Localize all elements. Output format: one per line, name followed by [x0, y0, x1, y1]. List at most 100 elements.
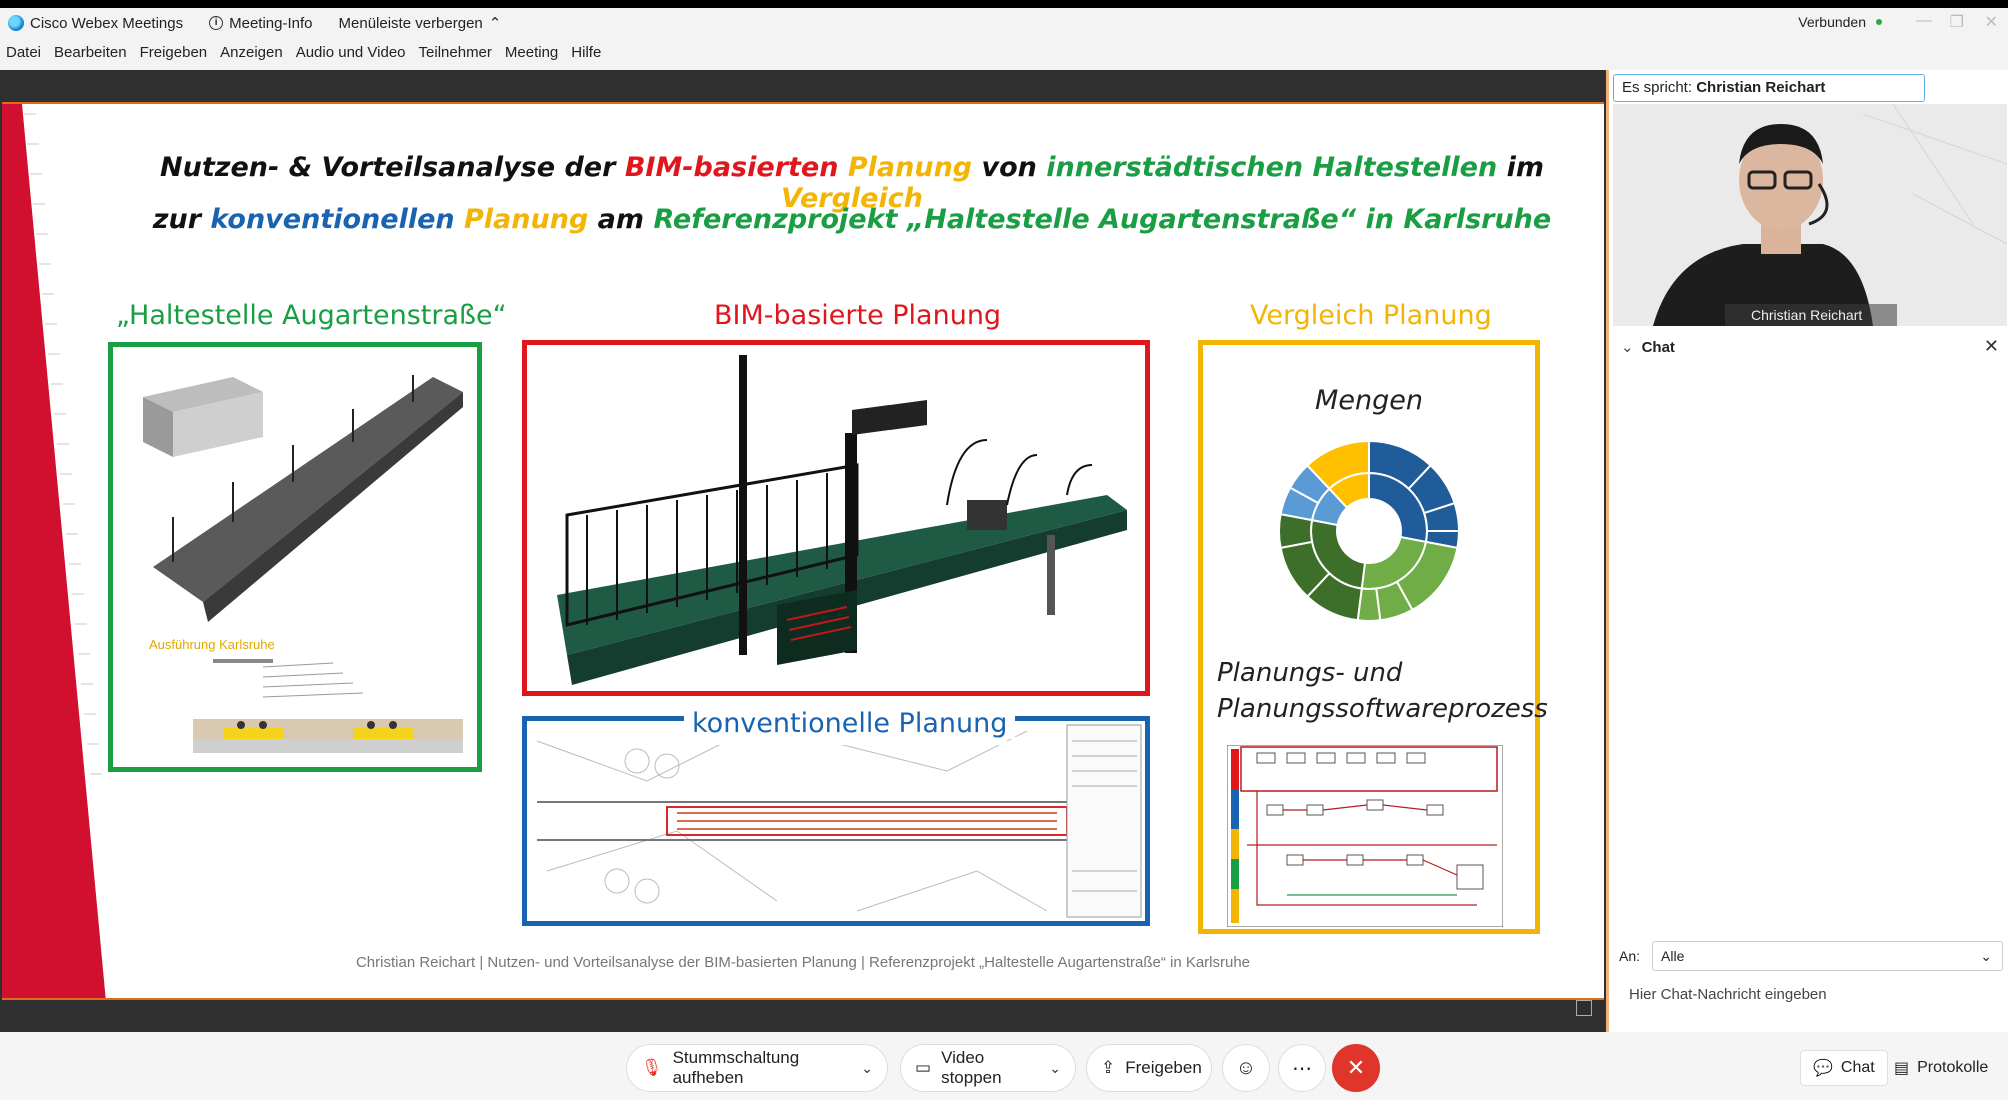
share-icon: ⇪: [1101, 1058, 1116, 1077]
title-line-2-segment: konventionellen: [210, 204, 455, 235]
station-3d-image: Ausführung Karlsruhe: [143, 375, 463, 753]
conventional-box: [522, 716, 1150, 926]
station-box: Ausführung Karlsruhe: [108, 342, 482, 772]
unmute-label: Stummschaltung aufheben: [672, 1048, 800, 1087]
connection-status-label: Verbunden: [1798, 14, 1866, 30]
end-meeting-button[interactable]: ✕: [1332, 1044, 1380, 1092]
process-label-line-2: Planungssoftwareprozess: [1217, 694, 1548, 724]
video-camera-icon: ▭: [915, 1058, 932, 1077]
chat-toggle-label: Chat: [1840, 1059, 1875, 1076]
title-line-1-segment: von: [972, 152, 1047, 183]
title-line-2-segment: Referenzprojekt „Haltestelle Augartenstr…: [653, 204, 1552, 235]
logs-button[interactable]: ▤ Protokolle: [1882, 1050, 2000, 1086]
recipient-value: Alle: [1661, 948, 1685, 964]
menu-audio-video[interactable]: Audio und Video: [296, 44, 406, 68]
chevron-down-icon[interactable]: ⌄: [861, 1060, 873, 1077]
fit-to-window-icon[interactable]: [1576, 1000, 1592, 1016]
video-name-label: Christian Reichart: [1725, 304, 1897, 326]
stop-video-button[interactable]: ▭ Video stoppen ⌄: [900, 1044, 1076, 1092]
execution-label: Ausführung Karlsruhe: [149, 637, 275, 652]
to-label: An:: [1619, 948, 1641, 964]
status-dot-icon: [1876, 19, 1882, 25]
emoji-icon: ☺: [1235, 1056, 1257, 1079]
slide-red-strip: [2, 104, 106, 998]
heading-compare: Vergleich Planung: [1250, 300, 1492, 331]
conventional-plan-image: [527, 721, 1145, 921]
speaking-prefix: Es spricht:: [1622, 79, 1693, 96]
title-line-1-segment: [838, 152, 847, 183]
more-icon: ⋯: [1292, 1057, 1312, 1080]
window-close-icon[interactable]: ✕: [1985, 12, 1998, 32]
shared-content-stage: Nutzen- & Vorteilsanalyse der BIM-basier…: [0, 70, 1606, 1032]
reactions-button[interactable]: ☺: [1222, 1044, 1270, 1092]
chat-panel-header[interactable]: ⌄ Chat ✕: [1613, 332, 2007, 362]
chevron-down-icon: ⌄: [1980, 948, 1992, 964]
menu-datei[interactable]: Datei: [6, 44, 41, 68]
chat-toggle-button[interactable]: 💬 Chat: [1800, 1050, 1888, 1086]
chat-message-input[interactable]: Hier Chat-Nachricht eingeben: [1619, 976, 2003, 1016]
title-line-2-segment: Planung: [464, 204, 589, 235]
stop-video-label: Video stoppen: [941, 1048, 1002, 1087]
close-icon[interactable]: ✕: [1984, 336, 1999, 357]
presentation-slide: Nutzen- & Vorteilsanalyse der BIM-basier…: [2, 102, 1604, 1000]
logs-label: Protokolle: [1917, 1059, 1989, 1076]
info-icon: i: [209, 16, 224, 30]
compare-box: Mengen Planungs- und Planungssoftwarepro…: [1198, 340, 1548, 934]
title-line-1-segment: Nutzen- & Vorteilsanalyse der: [160, 152, 625, 183]
menu-bearbeiten[interactable]: Bearbeiten: [54, 44, 127, 68]
menu-anzeigen[interactable]: Anzeigen: [220, 44, 283, 68]
quantities-label: Mengen: [1315, 385, 1423, 416]
menu-freigeben[interactable]: Freigeben: [140, 44, 208, 68]
microphone-muted-icon: 🎙: [641, 1058, 663, 1077]
meeting-info-label: Meeting-Info: [229, 14, 313, 32]
share-button[interactable]: ⇪ Freigeben: [1086, 1044, 1212, 1092]
title-line-1-segment: BIM-basierten: [624, 152, 839, 183]
minimize-icon[interactable]: —: [1916, 12, 1932, 30]
participant-video-image: [1613, 104, 2007, 326]
logs-icon: ▤: [1894, 1060, 1910, 1077]
bim-3d-model-image: [527, 345, 1145, 691]
title-line-1-segment: im: [1497, 152, 1544, 183]
restore-icon[interactable]: ❐: [1950, 12, 1964, 32]
webex-window: Cisco Webex Meetings i Meeting-Info Menü…: [0, 0, 2008, 1100]
hide-menu-button[interactable]: Menüleiste verbergen ⌃: [338, 14, 502, 33]
right-panel: Es spricht: Christian Reichart Christian…: [1606, 70, 2008, 1032]
hide-menu-label: Menüleiste verbergen: [338, 14, 483, 32]
chat-recipient-row: An: Alle ⌄: [1619, 940, 2003, 972]
speaking-name: Christian Reichart: [1696, 79, 1826, 96]
slide-title-line-2: zur konventionellen Planung am Referenzp…: [132, 204, 1572, 235]
heading-conventional: konventionelle Planung: [684, 708, 1016, 739]
share-label: Freigeben: [1125, 1058, 1202, 1077]
meeting-info-button[interactable]: i Meeting-Info: [209, 14, 313, 32]
title-line-2-segment: [455, 204, 464, 235]
menu-hilfe[interactable]: Hilfe: [571, 44, 601, 68]
participant-video[interactable]: Christian Reichart: [1613, 104, 2007, 326]
menu-meeting[interactable]: Meeting: [505, 44, 558, 68]
unmute-button[interactable]: 🎙 Stummschaltung aufheben ⌄: [626, 1044, 888, 1092]
chat-panel-title: Chat: [1641, 338, 1675, 356]
meeting-controls-bar: 🎙 Stummschaltung aufheben ⌄ ▭ Video stop…: [0, 1032, 2008, 1100]
slide-footer: Christian Reichart | Nutzen- und Vorteil…: [355, 954, 1251, 971]
end-call-icon: ✕: [1346, 1055, 1366, 1080]
process-diagram-image: [1227, 745, 1503, 927]
chevron-up-icon: ⌃: [488, 15, 502, 32]
title-bar: Cisco Webex Meetings i Meeting-Info Menü…: [0, 8, 2008, 38]
chevron-down-icon[interactable]: ⌄: [1621, 338, 1634, 356]
chat-icon: 💬: [1813, 1060, 1833, 1077]
heading-station: „Haltestelle Augartenstraße“: [116, 300, 507, 331]
process-label: Planungs- und Planungssoftwareprozess: [1217, 655, 1548, 727]
active-speaker-indicator: Es spricht: Christian Reichart: [1613, 74, 1925, 102]
recipient-select[interactable]: Alle ⌄: [1652, 941, 2003, 971]
webex-logo-icon: [8, 15, 24, 31]
chevron-down-icon[interactable]: ⌄: [1049, 1060, 1061, 1077]
top-black-bar: [0, 0, 2008, 8]
title-line-2-segment: am: [588, 204, 654, 235]
app-title: Cisco Webex Meetings: [30, 14, 184, 32]
process-label-line-1: Planungs- und: [1217, 658, 1403, 688]
menu-teilnehmer[interactable]: Teilnehmer: [419, 44, 492, 68]
more-options-button[interactable]: ⋯: [1278, 1044, 1326, 1092]
title-line-2-segment: zur: [152, 204, 211, 235]
quantities-donut-chart: [1278, 439, 1461, 622]
title-line-1-segment: innerstädtischen Haltestellen: [1046, 152, 1498, 183]
title-line-1-segment: Planung: [847, 152, 973, 183]
